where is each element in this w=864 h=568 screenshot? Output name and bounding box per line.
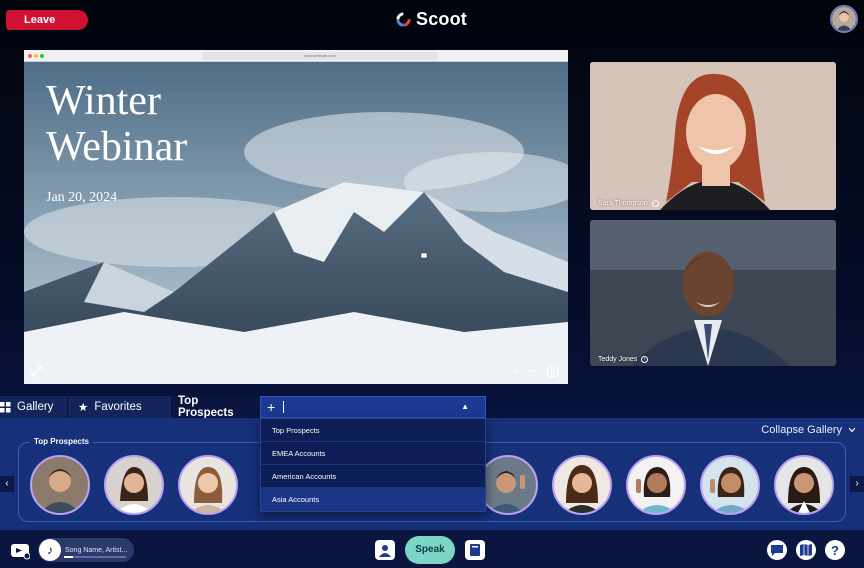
brand: Scoot: [396, 8, 467, 30]
notebook-icon: [470, 544, 480, 556]
chat-icon: [771, 545, 783, 556]
user-avatar[interactable]: [830, 5, 858, 33]
gallery-avatar[interactable]: [626, 455, 686, 515]
tab-top-prospects-label: Top Prospects: [178, 395, 234, 419]
tab-favorites[interactable]: ★ Favorites: [68, 396, 172, 418]
participant-name: Sara Thompson i: [598, 200, 659, 207]
collapse-gallery-label: Collapse Gallery: [761, 424, 842, 436]
music-progress-fill: [64, 556, 73, 558]
zoom-in-button[interactable]: +: [513, 364, 520, 378]
shared-screen[interactable]: www.website.com Winter Webinar Jan 20, 2…: [24, 50, 568, 384]
gallery-avatar[interactable]: [478, 455, 538, 515]
contact-card-icon: [379, 545, 391, 557]
caret-up-icon[interactable]: ▲: [461, 402, 469, 411]
screenshot-icon[interactable]: [547, 365, 558, 377]
maximize-dot-icon: [40, 53, 44, 58]
map-icon: [800, 544, 812, 556]
slide-title: Winter Webinar: [46, 78, 306, 170]
zoom-out-button[interactable]: −: [530, 364, 537, 378]
slide: Winter Webinar Jan 20, 2024: [24, 62, 568, 384]
notebook-button[interactable]: [465, 540, 485, 560]
music-note-icon[interactable]: ♪: [39, 539, 61, 561]
dropdown-item-asia-accounts[interactable]: Asia Accounts: [261, 488, 485, 511]
slide-date: Jan 20, 2024: [46, 190, 118, 205]
slide-title-line-2: Webinar: [46, 124, 188, 170]
grid-icon: [0, 401, 11, 412]
dropdown-item-american-accounts[interactable]: American Accounts: [261, 465, 485, 488]
chat-button[interactable]: [767, 540, 787, 560]
dropdown-item-emea-accounts[interactable]: EMEA Accounts: [261, 442, 485, 465]
gallery-avatar[interactable]: [552, 455, 612, 515]
dropdown-item-top-prospects[interactable]: Top Prospects: [261, 419, 485, 442]
contact-card-button[interactable]: [375, 540, 395, 560]
participant-video: [590, 62, 836, 210]
list-dropdown: Top Prospects EMEA Accounts American Acc…: [260, 418, 486, 512]
slide-title-line-1: Winter: [46, 78, 161, 124]
video-tile-teddy[interactable]: Teddy Jones i: [590, 220, 836, 366]
new-list-input[interactable]: + ▲: [260, 396, 486, 418]
share-tools: + −: [513, 364, 558, 378]
participant-video: [590, 220, 836, 366]
add-icon[interactable]: +: [267, 399, 275, 415]
help-button[interactable]: ?: [825, 540, 845, 560]
gallery-next-button[interactable]: ›: [850, 476, 864, 492]
expand-icon[interactable]: [30, 364, 44, 378]
gallery-avatar[interactable]: [30, 455, 90, 515]
text-cursor: [283, 401, 285, 413]
user-avatar-image: [832, 7, 856, 31]
gallery-avatar[interactable]: [104, 455, 164, 515]
info-icon[interactable]: i: [641, 356, 649, 363]
help-icon: ?: [831, 542, 839, 558]
tab-top-prospects[interactable]: Top Prospects: [172, 395, 260, 419]
gallery-avatar[interactable]: [700, 455, 760, 515]
tab-gallery-label: Gallery: [17, 401, 54, 413]
gallery-avatar[interactable]: [774, 455, 834, 515]
camera-icon: [11, 544, 30, 560]
collapse-gallery-button[interactable]: Collapse Gallery: [761, 424, 856, 436]
speak-button[interactable]: Speak: [405, 536, 455, 564]
chevron-down-icon: [848, 427, 856, 433]
music-player[interactable]: ♪ Song Name, Artist...: [38, 538, 134, 562]
info-icon[interactable]: i: [651, 200, 659, 207]
camera-button[interactable]: [10, 540, 30, 560]
gallery-tabs: Gallery ★ Favorites Top Prospects: [0, 395, 260, 419]
gallery-section-label: Top Prospects: [30, 437, 93, 446]
tab-gallery[interactable]: Gallery: [0, 396, 68, 418]
participant-name-text: Sara Thompson: [598, 200, 648, 207]
video-tile-sara[interactable]: Sara Thompson i: [590, 62, 836, 210]
map-button[interactable]: [796, 540, 816, 560]
brand-name: Scoot: [416, 8, 468, 29]
gallery-prev-button[interactable]: ‹: [0, 476, 14, 492]
scoot-logo-icon: [396, 11, 411, 27]
tab-favorites-label: Favorites: [94, 401, 142, 413]
browser-toolbar: www.website.com: [24, 50, 568, 62]
pointer-icon: [420, 252, 428, 259]
leave-button[interactable]: Leave: [6, 10, 88, 30]
participant-name-text: Teddy Jones: [598, 356, 638, 363]
browser-url: www.website.com: [202, 52, 438, 60]
song-name: Song Name, Artist...: [65, 546, 128, 554]
gallery-avatar[interactable]: [178, 455, 238, 515]
music-progress-bar[interactable]: [64, 556, 126, 558]
close-dot-icon: [28, 53, 32, 58]
star-icon: ★: [78, 402, 89, 414]
minimize-dot-icon: [34, 53, 38, 58]
participant-name: Teddy Jones i: [598, 356, 649, 363]
